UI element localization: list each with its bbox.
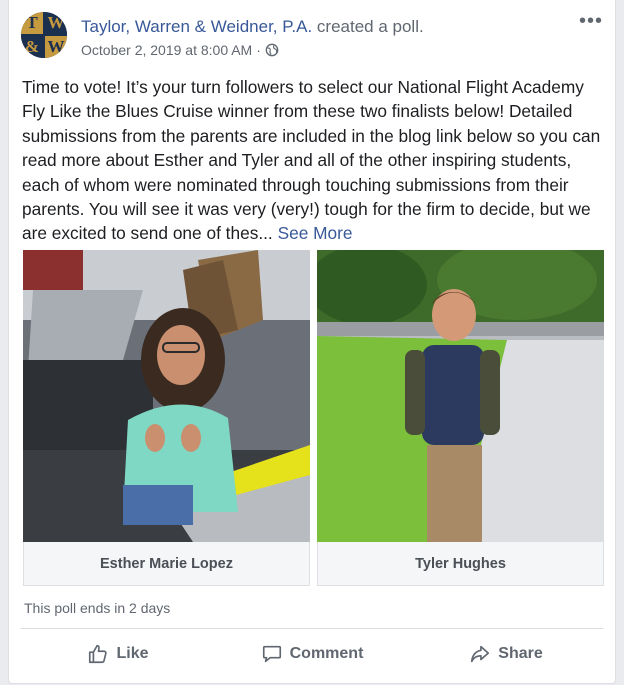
post-body: Time to vote! It’s your turn followers t… bbox=[22, 77, 601, 244]
thumbs-up-icon bbox=[89, 644, 108, 664]
post-text: Time to vote! It’s your turn followers t… bbox=[22, 75, 607, 246]
share-label: Share bbox=[498, 645, 543, 662]
poll-option-image-1[interactable] bbox=[23, 250, 310, 542]
divider bbox=[21, 628, 603, 629]
comment-icon bbox=[262, 645, 281, 663]
comment-button[interactable]: Comment bbox=[215, 632, 409, 676]
logo-letter: & bbox=[21, 36, 43, 58]
post-timestamp[interactable]: October 2, 2019 at 8:00 AM bbox=[81, 42, 252, 58]
action-bar: Like Comment Share bbox=[21, 632, 603, 676]
more-options-icon[interactable]: ••• bbox=[579, 11, 603, 31]
post-meta: October 2, 2019 at 8:00 AM · bbox=[81, 42, 279, 58]
logo-letter: W bbox=[45, 12, 67, 34]
poll-option-image-2[interactable] bbox=[317, 250, 604, 542]
poll-ends-text: This poll ends in 2 days bbox=[24, 600, 171, 616]
poll-option-2[interactable]: Tyler Hughes bbox=[317, 542, 604, 586]
globe-icon[interactable] bbox=[265, 43, 279, 57]
author-link[interactable]: Taylor, Warren & Weidner, P.A. bbox=[81, 17, 312, 36]
meta-separator: · bbox=[256, 42, 261, 58]
like-label: Like bbox=[116, 645, 149, 662]
logo-letter: W bbox=[45, 36, 67, 58]
post-header: T W & W Taylor, Warren & Weidner, P.A. c… bbox=[21, 10, 603, 62]
author-line: Taylor, Warren & Weidner, P.A. created a… bbox=[81, 17, 424, 37]
author-action-text: created a poll. bbox=[316, 17, 424, 36]
post-card: T W & W Taylor, Warren & Weidner, P.A. c… bbox=[8, 0, 616, 684]
like-button[interactable]: Like bbox=[21, 632, 215, 676]
see-more-link[interactable]: See More bbox=[278, 223, 353, 243]
share-button[interactable]: Share bbox=[409, 632, 603, 676]
logo-letter: T bbox=[21, 12, 43, 34]
poll-option-1[interactable]: Esther Marie Lopez bbox=[23, 542, 310, 586]
page-avatar[interactable]: T W & W bbox=[21, 12, 67, 58]
share-icon bbox=[471, 645, 490, 663]
comment-label: Comment bbox=[289, 645, 364, 662]
